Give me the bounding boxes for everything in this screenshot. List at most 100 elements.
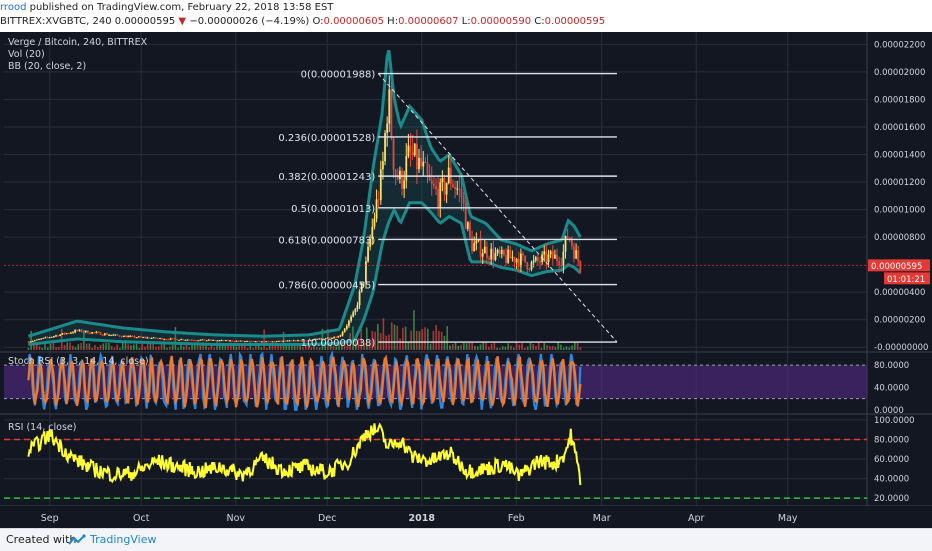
- candle-body: [473, 243, 476, 252]
- volume-bar: [463, 342, 465, 350]
- volume-bar: [63, 344, 66, 350]
- candle-body: [35, 339, 38, 341]
- candle-body: [110, 334, 113, 336]
- candle-body: [517, 258, 520, 267]
- volume-bar: [535, 345, 537, 350]
- candle-body: [199, 339, 202, 341]
- time-axis[interactable]: Sep Oct Nov Dec 2018 Feb Mar Apr May: [0, 506, 932, 528]
- candle-body: [173, 338, 176, 340]
- volume-bar: [235, 346, 238, 350]
- candle-body: [184, 339, 187, 341]
- candle-body: [341, 332, 344, 336]
- rsi-tick-label: 60.0000: [874, 455, 909, 465]
- volume-bar: [574, 342, 576, 350]
- volume-bar: [440, 331, 443, 350]
- volume-bar: [451, 344, 454, 350]
- time-tick-label: Nov: [226, 513, 245, 524]
- volume-bar: [540, 347, 543, 350]
- fib-level-label: 0.236(0.00001528): [278, 133, 375, 144]
- volume-bar: [124, 342, 127, 350]
- candle-body: [462, 197, 465, 204]
- price-legend-item: BB (20, close, 2): [8, 61, 86, 72]
- volume-bar: [485, 342, 487, 350]
- volume-bar: [526, 346, 529, 350]
- volume-bar: [58, 346, 60, 350]
- candle-body: [218, 340, 221, 342]
- candle-body: [354, 309, 357, 313]
- volume-bar: [99, 344, 102, 350]
- volume-bar: [488, 346, 490, 350]
- volume-bar: [121, 342, 124, 350]
- volume-bar: [493, 342, 496, 350]
- candle-body: [99, 332, 102, 335]
- candle-body: [403, 180, 406, 189]
- rsi-tick-label: 80.0000: [874, 435, 909, 445]
- tradingview-logo-icon: [68, 534, 86, 545]
- volume-bar: [402, 327, 404, 350]
- candle-body: [44, 337, 47, 339]
- fib-level-label: 0.5(0.00001013): [291, 204, 375, 215]
- volume-bar: [396, 325, 399, 350]
- countdown-tag-text: 01:01:21: [887, 275, 925, 285]
- candle-body: [161, 338, 164, 340]
- candle-body: [488, 258, 490, 260]
- volume-bar: [510, 345, 512, 350]
- tradingview-link[interactable]: TradingView: [90, 533, 156, 546]
- candle-body: [163, 339, 166, 341]
- candle-body: [437, 189, 440, 208]
- candle-body: [97, 332, 100, 334]
- candle-body: [539, 261, 541, 263]
- candle-body: [82, 331, 85, 333]
- high-value: 0.00000607: [398, 16, 459, 27]
- volume-bar: [246, 347, 249, 350]
- ohlc-line: BITTREX:XVGBTC, 240 0.00000595 ▼ −0.0000…: [0, 14, 932, 30]
- volume-bar: [562, 347, 565, 350]
- candle-body: [271, 341, 274, 343]
- candle-body: [553, 254, 556, 259]
- candle-body: [144, 337, 147, 339]
- candle-body: [407, 145, 410, 157]
- candle-body: [186, 339, 189, 341]
- candle-body: [483, 246, 486, 254]
- candle-body: [528, 268, 531, 270]
- footer-bar: Created with TradingView: [0, 528, 932, 551]
- price-tick-label: 0.00001400: [874, 151, 925, 161]
- candle-body: [108, 334, 110, 336]
- candle-body: [224, 340, 227, 342]
- candle-body: [356, 305, 359, 310]
- volume-bar: [399, 338, 401, 350]
- volume-bar: [188, 346, 191, 350]
- candle-body: [150, 337, 153, 339]
- volume-bar: [551, 345, 554, 350]
- volume-bar: [160, 344, 163, 350]
- author-link[interactable]: rrood: [0, 2, 26, 13]
- fib-level-label: 0.618(0.00000783): [278, 235, 375, 246]
- volume-bar: [130, 345, 132, 350]
- volume-bar: [127, 344, 130, 350]
- candle-body: [116, 334, 119, 336]
- candle-body: [435, 186, 437, 190]
- volume-bar: [146, 343, 149, 350]
- candle-body: [171, 338, 174, 340]
- volume-bar: [421, 328, 424, 350]
- volume-bar: [207, 347, 210, 350]
- candle-body: [454, 186, 456, 189]
- volume-bar: [27, 347, 30, 350]
- chart-canvas[interactable]: 0(0.00001988) 0.236(0.00001528) 0.382(0.00…: [0, 32, 932, 528]
- stoch-tick-label: 80.0000: [874, 361, 909, 371]
- volume-bar: [465, 343, 468, 350]
- candle-body: [193, 340, 195, 342]
- candle-body: [59, 334, 62, 337]
- volume-bar: [490, 343, 493, 350]
- candle-body: [207, 339, 210, 341]
- stoch-legend: Stoch RSI (3, 3, 14, 14, close): [8, 356, 149, 367]
- candle-body: [443, 178, 446, 195]
- candle-body: [203, 339, 206, 341]
- candle-body: [50, 336, 53, 338]
- candle-body: [532, 260, 535, 263]
- volume-bar: [88, 343, 91, 350]
- candle-body: [127, 336, 130, 338]
- candle-body: [530, 262, 533, 270]
- candle-body: [339, 335, 342, 337]
- volume-bar: [454, 342, 457, 350]
